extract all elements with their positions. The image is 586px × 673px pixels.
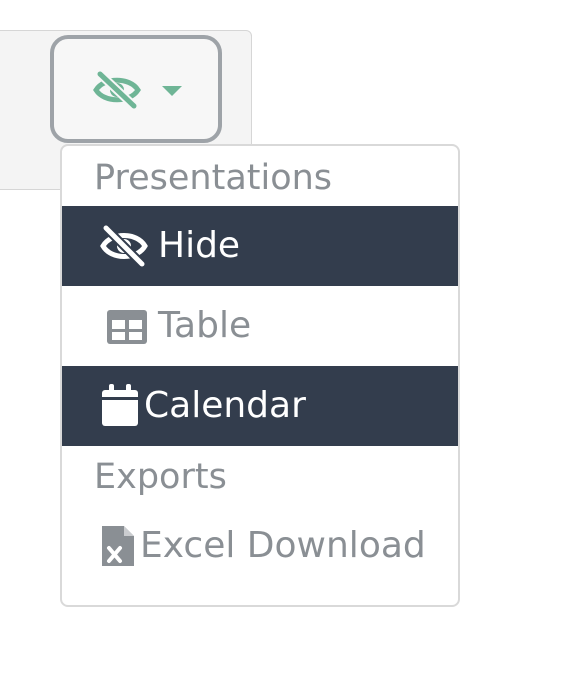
file-excel-icon [102, 526, 134, 566]
menu-item-label: Excel Download [140, 525, 426, 566]
menu-section-header-exports: Exports [94, 457, 227, 497]
table-icon [107, 310, 147, 344]
menu-item-label: Calendar [144, 385, 306, 426]
menu-item-hide[interactable]: Hide [62, 206, 458, 286]
menu-item-label: Table [158, 305, 252, 346]
presentation-dropdown-menu: Presentations Hide Table Calendar Export… [60, 144, 460, 607]
menu-item-calendar[interactable]: Calendar [62, 366, 458, 446]
menu-item-label: Hide [158, 225, 241, 266]
calendar-icon [102, 384, 138, 426]
menu-section-header-presentations: Presentations [94, 158, 333, 198]
eye-slash-icon [100, 224, 148, 268]
presentation-toggle-button[interactable] [50, 35, 222, 143]
menu-item-table[interactable]: Table [62, 286, 458, 366]
caret-down-icon [162, 86, 182, 96]
eye-slash-icon [93, 71, 141, 109]
menu-item-excel-download[interactable]: Excel Download [62, 506, 458, 586]
